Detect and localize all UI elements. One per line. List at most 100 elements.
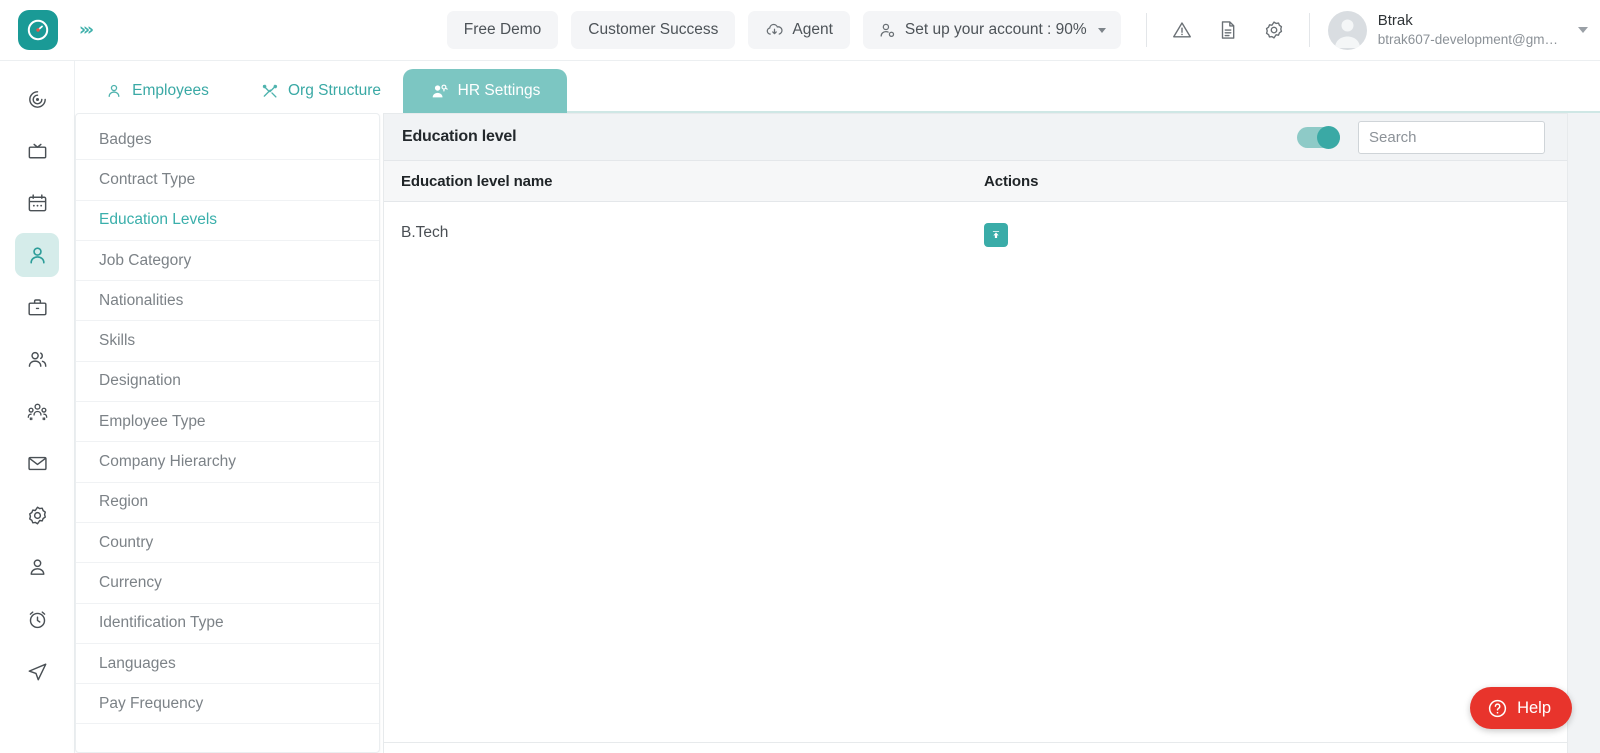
user-settings-icon bbox=[880, 23, 895, 37]
settings-item-employee-type[interactable]: Employee Type bbox=[76, 402, 379, 443]
send-paperplane-icon bbox=[28, 662, 46, 680]
panel-header: Education level bbox=[384, 114, 1567, 161]
rail-item-screen[interactable] bbox=[15, 129, 59, 173]
top-header-bar: »› Free Demo Customer Success Agent Set … bbox=[0, 0, 1600, 61]
settings-item-label: Badges bbox=[99, 130, 152, 148]
team-group-icon bbox=[27, 403, 47, 420]
rail-item-settings[interactable] bbox=[15, 493, 59, 537]
table-row[interactable]: B.Tech bbox=[384, 202, 1567, 264]
search-input[interactable] bbox=[1358, 120, 1545, 154]
column-header-education-level-name: Education level name bbox=[401, 172, 553, 190]
settings-item-company-hierarchy[interactable]: Company Hierarchy bbox=[76, 442, 379, 483]
customer-success-label: Customer Success bbox=[588, 21, 719, 38]
tab-employees-label: Employees bbox=[132, 82, 209, 99]
rail-item-teams[interactable] bbox=[15, 389, 59, 433]
two-people-icon bbox=[28, 351, 46, 367]
settings-item-label: Languages bbox=[99, 654, 176, 672]
settings-item-designation[interactable]: Designation bbox=[76, 362, 379, 403]
settings-item-label: Currency bbox=[99, 573, 162, 591]
customer-success-button[interactable]: Customer Success bbox=[571, 11, 736, 49]
panel-footer: 1 Total bbox=[384, 742, 1567, 753]
rail-item-send[interactable] bbox=[15, 649, 59, 693]
settings-item-education-levels[interactable]: Education Levels bbox=[76, 201, 379, 241]
tab-hr-settings-label: HR Settings bbox=[457, 82, 541, 99]
agent-button[interactable]: Agent bbox=[748, 11, 850, 49]
employee-person-icon bbox=[29, 246, 45, 264]
briefcase-icon bbox=[27, 298, 47, 315]
user-avatar-icon bbox=[1334, 19, 1360, 48]
settings-item-nationalities[interactable]: Nationalities bbox=[76, 281, 379, 322]
profile-email: btrak607-development@gm… bbox=[1377, 32, 1558, 47]
education-level-panel: Education level Education level name Act… bbox=[383, 113, 1568, 753]
rail-item-calendar[interactable] bbox=[15, 181, 59, 225]
page-title: Education level bbox=[402, 128, 517, 145]
tab-org-structure[interactable]: Org Structure bbox=[239, 69, 404, 113]
setup-account-button[interactable]: Set up your account : 90% bbox=[862, 11, 1121, 49]
tab-hr-settings[interactable]: HR Settings bbox=[403, 69, 568, 113]
profile-divider bbox=[1308, 13, 1310, 47]
settings-item-label: Identification Type bbox=[99, 614, 224, 632]
rail-item-dashboard[interactable] bbox=[15, 77, 59, 121]
alarm-clock-icon bbox=[29, 610, 45, 628]
settings-item-pay-frequency[interactable]: Pay Frequency bbox=[76, 684, 379, 725]
header-divider bbox=[1145, 13, 1147, 47]
app-logo[interactable] bbox=[17, 10, 58, 50]
settings-item-country[interactable]: Country bbox=[76, 523, 379, 564]
setup-account-label: Set up your account : 90% bbox=[904, 21, 1087, 38]
alert-triangle-icon bbox=[1172, 22, 1191, 38]
tab-employees[interactable]: Employees bbox=[75, 69, 239, 113]
cell-actions bbox=[984, 219, 1184, 247]
cloud-download-icon bbox=[767, 23, 783, 35]
column-header-actions: Actions bbox=[984, 172, 1039, 190]
help-label: Help bbox=[1517, 698, 1551, 717]
user-profile-menu[interactable]: Btrak btrak607-development@gm… bbox=[1327, 10, 1564, 50]
settings-item-contract-type[interactable]: Contract Type bbox=[76, 160, 379, 201]
rail-item-employees[interactable] bbox=[15, 233, 59, 277]
document-icon bbox=[1221, 21, 1235, 39]
profile-name: Btrak bbox=[1377, 12, 1413, 29]
gear-settings-icon bbox=[28, 506, 46, 524]
rail-item-timetracking[interactable] bbox=[15, 597, 59, 641]
settings-item-job-category[interactable]: Job Category bbox=[76, 241, 379, 282]
settings-item-label: Company Hierarchy bbox=[99, 453, 236, 471]
settings-item-identification-type[interactable]: Identification Type bbox=[76, 604, 379, 644]
settings-item-label: Education Levels bbox=[99, 211, 218, 229]
table-body: B.Tech bbox=[384, 202, 1567, 742]
settings-item-label: Job Category bbox=[99, 251, 192, 269]
panel-header-controls bbox=[1297, 120, 1545, 154]
tools-icon bbox=[262, 84, 278, 98]
dashboard-spiral-icon bbox=[28, 90, 46, 108]
documents-button[interactable] bbox=[1205, 8, 1251, 52]
help-button[interactable]: Help bbox=[1470, 687, 1572, 729]
person-outline-icon bbox=[108, 84, 120, 98]
rail-item-mail[interactable] bbox=[15, 441, 59, 485]
settings-item-label: Region bbox=[99, 493, 149, 511]
settings-item-badges[interactable]: Badges bbox=[76, 120, 379, 161]
hr-settings-list: Badges Contract Type Education Levels Jo… bbox=[76, 114, 379, 725]
mail-envelope-icon bbox=[27, 456, 47, 470]
profile-chevron-down-icon[interactable] bbox=[1578, 27, 1588, 33]
settings-item-label: Pay Frequency bbox=[99, 694, 204, 712]
table-header-row: Education level name Actions bbox=[384, 161, 1567, 202]
alerts-button[interactable] bbox=[1159, 8, 1205, 52]
rail-item-profile[interactable] bbox=[15, 545, 59, 589]
settings-item-region[interactable]: Region bbox=[76, 483, 379, 523]
rail-item-jobs[interactable] bbox=[15, 285, 59, 329]
rail-item-people[interactable] bbox=[15, 337, 59, 381]
free-demo-button[interactable]: Free Demo bbox=[446, 11, 559, 49]
free-demo-label: Free Demo bbox=[463, 21, 542, 38]
user-profile-icon bbox=[30, 558, 44, 575]
calendar-icon bbox=[28, 193, 46, 211]
settings-item-skills[interactable]: Skills bbox=[76, 321, 379, 362]
settings-item-currency[interactable]: Currency bbox=[76, 563, 379, 604]
settings-item-languages[interactable]: Languages bbox=[76, 644, 379, 685]
row-upload-action-button[interactable] bbox=[984, 223, 1008, 247]
people-gear-icon bbox=[432, 84, 448, 97]
expand-sidebar-button[interactable]: »› bbox=[79, 20, 94, 40]
left-icon-rail bbox=[0, 61, 75, 753]
hr-settings-list-panel: Badges Contract Type Education Levels Jo… bbox=[75, 113, 380, 753]
clock-logo-icon bbox=[27, 19, 48, 41]
settings-button[interactable] bbox=[1251, 8, 1297, 52]
page-right-gutter bbox=[1568, 113, 1600, 753]
show-inactive-toggle[interactable] bbox=[1297, 125, 1340, 149]
